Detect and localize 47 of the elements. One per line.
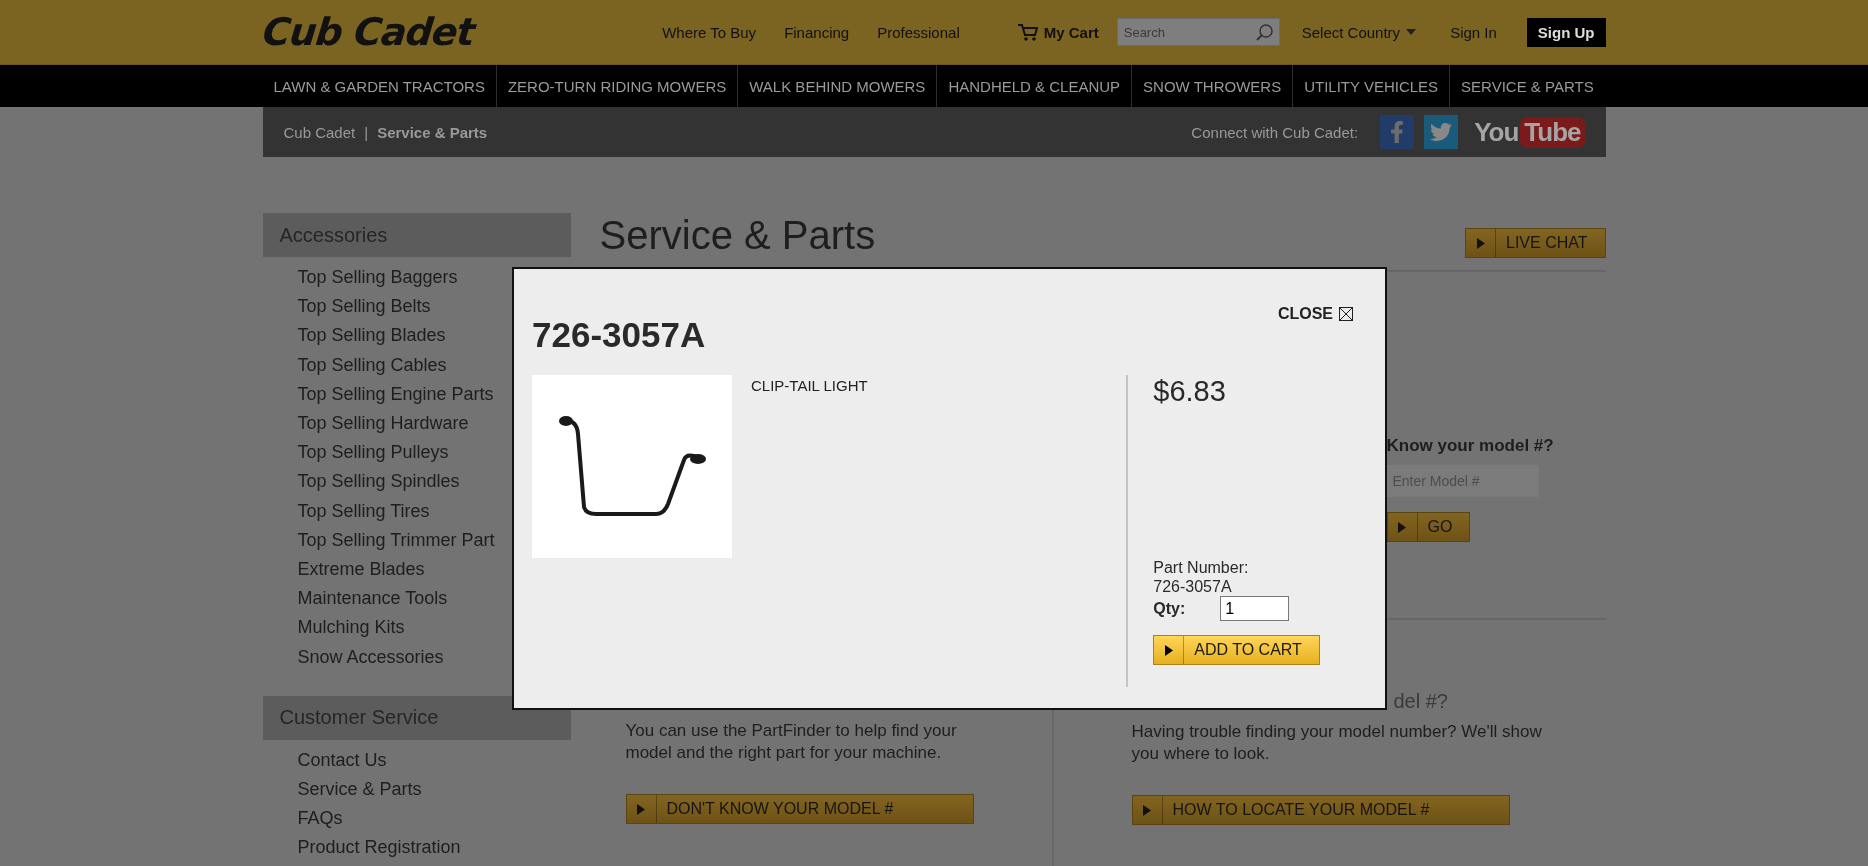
header-link[interactable]: Professional <box>877 23 960 41</box>
play-icon <box>637 803 645 815</box>
play-icon <box>1398 521 1406 533</box>
header-link[interactable]: Where To Buy <box>662 23 757 41</box>
nav-item[interactable]: LAWN & GARDEN TRACTORS <box>262 65 496 107</box>
search-icon[interactable] <box>1255 23 1274 41</box>
part-price: $6.83 <box>1153 375 1227 408</box>
go-button[interactable]: GO <box>1386 512 1471 542</box>
caret-icon <box>1406 29 1417 35</box>
header-link[interactable]: Financing <box>784 23 850 41</box>
part-title: 726-3057A <box>532 315 706 355</box>
finder-heading: Know your model #? <box>1386 436 1554 456</box>
part-number-label: Part Number: <box>1153 558 1250 577</box>
close-button[interactable]: CLOSE <box>1277 305 1353 323</box>
breadcrumb-link[interactable]: Cub Cadet <box>283 123 356 141</box>
section-button[interactable]: DON'T KNOW YOUR MODEL # <box>625 794 975 824</box>
part-description: CLIP-TAIL LIGHT <box>751 377 869 396</box>
sign-in-link[interactable]: Sign In <box>1450 23 1497 41</box>
twitter-icon[interactable] <box>1424 115 1459 149</box>
qty-input[interactable]: 1 <box>1220 596 1290 621</box>
section-text: You can use the PartFinder to help find your model and the right part for your machine. <box>625 720 958 764</box>
cart-icon <box>1017 23 1038 41</box>
sidebar-link[interactable]: Service & Parts <box>297 775 571 805</box>
sidebar-link[interactable]: FAQs <box>297 804 571 834</box>
add-to-cart-button[interactable]: ADD TO CART <box>1153 635 1320 665</box>
sidebar-link[interactable]: Product Registration <box>297 833 571 863</box>
page-title: Service & Parts <box>599 213 876 258</box>
sidebar-link[interactable]: Contact Us <box>297 745 571 776</box>
section-heading: del #? <box>1393 690 1448 713</box>
close-icon <box>1339 307 1353 321</box>
search-field[interactable]: Search <box>1116 18 1280 46</box>
play-icon <box>1164 644 1173 656</box>
facebook-icon[interactable] <box>1380 115 1415 149</box>
part-number: 726-3057A <box>1153 577 1233 596</box>
section-text: Having trouble finding your model number? We'll show you where to look. <box>1131 721 1543 765</box>
cart-link[interactable]: My Cart <box>1017 23 1099 41</box>
section-button[interactable]: HOW TO LOCATE YOUR MODEL # <box>1131 795 1511 825</box>
social-label: Connect with Cub Cadet: <box>1191 123 1359 141</box>
breadcrumb-link[interactable]: Service & Parts <box>377 123 488 141</box>
country-selector[interactable]: Select Country <box>1301 23 1417 41</box>
play-icon <box>1143 804 1151 816</box>
live-chat-button[interactable]: LIVE CHAT <box>1465 228 1606 258</box>
play-icon <box>1476 237 1485 249</box>
brand-logo[interactable]: Cub Cadet <box>260 10 476 54</box>
breadcrumb-separator: | <box>364 123 369 141</box>
qty-label: Qty: <box>1153 599 1187 618</box>
sign-up-button[interactable]: Sign Up <box>1526 17 1606 47</box>
